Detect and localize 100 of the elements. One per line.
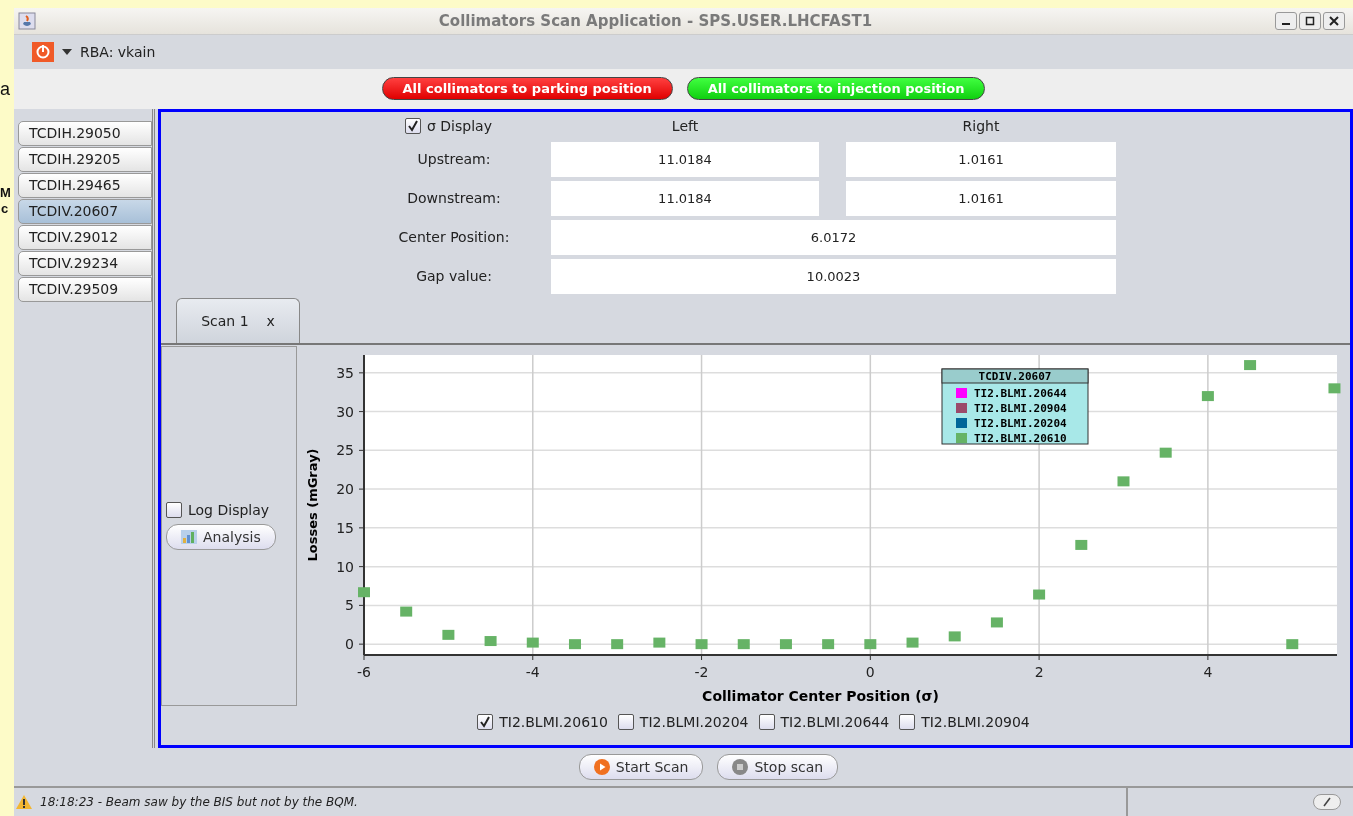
checkbox-label: TI2.BLMI.20204 [639, 713, 749, 730]
data-point [695, 638, 708, 649]
collimator-item[interactable]: TCDIH.29205 [18, 146, 152, 172]
checkbox[interactable] [899, 713, 916, 730]
x-tick-label: -2 [694, 663, 709, 680]
data-point [948, 631, 961, 641]
field-label: Center Position: [398, 229, 510, 246]
value-field[interactable]: 1.0161 [846, 141, 1116, 177]
data-point [442, 629, 455, 640]
x-tick-label: 2 [1034, 663, 1044, 680]
data-point [568, 638, 581, 649]
data-point [1328, 382, 1341, 393]
value-field[interactable]: 11.0184 [551, 141, 819, 177]
y-tick-label: 15 [336, 519, 354, 536]
checkbox-label: Log Display [188, 501, 270, 518]
legend-label: TI2.BLMI.20644 [974, 386, 1067, 400]
legend-label: TI2.BLMI.20610 [974, 431, 1067, 445]
data-point [1117, 476, 1130, 486]
value-field[interactable]: 6.0172 [551, 219, 1116, 255]
x-tick-label: 4 [1203, 663, 1213, 680]
scan-button[interactable]: Start Scan [578, 754, 704, 781]
field-label: Upstream: [417, 151, 491, 168]
checkbox[interactable] [758, 713, 775, 730]
x-axis-title: Collimator Center Position (σ) [702, 687, 939, 704]
action-button[interactable]: All collimators to parking position [381, 77, 673, 101]
scan-button[interactable]: Stop scan [717, 754, 839, 781]
data-point [906, 637, 919, 648]
y-tick-label: 10 [336, 558, 354, 575]
data-point [653, 637, 666, 648]
checkbox[interactable] [166, 501, 182, 518]
checkbox-label: TI2.BLMI.20904 [921, 713, 1030, 730]
collimator-item[interactable]: TCDIV.29234 [18, 250, 152, 276]
data-point [864, 638, 877, 649]
data-point [400, 606, 413, 617]
data-point [1244, 359, 1257, 370]
checkbox[interactable] [617, 713, 634, 730]
data-point [779, 638, 792, 649]
checkbox[interactable] [405, 117, 421, 134]
power-icon[interactable] [32, 41, 54, 62]
data-point [1075, 539, 1088, 550]
value-field[interactable]: 1.0161 [846, 180, 1116, 216]
y-tick-label: 25 [336, 441, 354, 458]
collimator-item[interactable]: TCDIV.29012 [18, 224, 152, 250]
data-point [1159, 447, 1172, 458]
data-point [1033, 589, 1046, 600]
y-tick-label: 5 [345, 597, 354, 613]
legend-label: TI2.BLMI.20904 [974, 401, 1067, 415]
data-point [1201, 390, 1214, 401]
minimize-icon [1282, 22, 1290, 25]
column-header: Right [962, 117, 1000, 134]
x-tick-label: 0 [865, 663, 875, 680]
tab-close[interactable]: x [266, 312, 275, 329]
checkbox-label: TI2.BLMI.20610 [499, 713, 608, 730]
data-point [358, 586, 370, 597]
y-tick-label: 0 [345, 635, 354, 652]
window-title: Collimators Scan Application - SPS.USER.LHCFAST1 [437, 11, 874, 30]
value-field[interactable]: 11.0184 [551, 180, 819, 216]
background-text: M [0, 186, 11, 199]
data-point [990, 617, 1003, 628]
checkbox-label: TI2.BLMI.20644 [780, 713, 890, 730]
checkbox-label: σ Display [427, 117, 492, 134]
data-point [822, 638, 835, 649]
column-header: Left [671, 117, 699, 134]
caret-icon[interactable] [62, 48, 72, 55]
y-tick-label: 30 [336, 403, 354, 420]
field-label: Downstream: [407, 190, 501, 207]
collimator-item[interactable]: TCDIV.20607 [18, 198, 152, 224]
value-field[interactable]: 10.0023 [551, 258, 1116, 294]
legend-title: TCDIV.20607 [978, 369, 1052, 383]
field-label: Gap value: [416, 268, 492, 285]
analysis-button[interactable]: Analysis [166, 523, 276, 550]
app-icon [18, 11, 36, 30]
maximize-icon [1305, 15, 1315, 26]
scan-tab[interactable]: Scan 1 x [176, 297, 300, 343]
data-point [611, 638, 624, 649]
data-point [484, 635, 497, 646]
slash-icon [1322, 797, 1332, 808]
close-button[interactable] [1323, 11, 1345, 30]
y-tick-label: 20 [336, 480, 354, 497]
maximize-button[interactable] [1299, 11, 1321, 30]
chart-icon [181, 529, 197, 544]
stop-icon [732, 759, 749, 776]
collimator-item[interactable]: TCDIH.29465 [18, 172, 152, 198]
collimator-item[interactable]: TCDIH.29050 [18, 120, 152, 146]
collimator-item[interactable]: TCDIV.29509 [18, 276, 152, 302]
background-text: a [0, 80, 10, 98]
minimize-button[interactable] [1275, 11, 1297, 30]
status-message: 18:18:23 - Beam saw by the BIS but not by the BQM. [40, 795, 358, 810]
legend-label: TI2.BLMI.20204 [974, 416, 1067, 430]
user-label: RBA: vkain [80, 43, 156, 60]
background-text: c [1, 202, 9, 215]
x-tick-label: -6 [357, 663, 371, 680]
data-point [526, 637, 539, 648]
close-icon [1329, 15, 1339, 26]
warning-icon [16, 795, 32, 810]
edit-button[interactable] [1313, 794, 1341, 811]
checkbox[interactable] [477, 713, 494, 730]
play-icon [593, 759, 610, 776]
y-tick-label: 35 [336, 364, 354, 381]
data-point [737, 638, 750, 649]
